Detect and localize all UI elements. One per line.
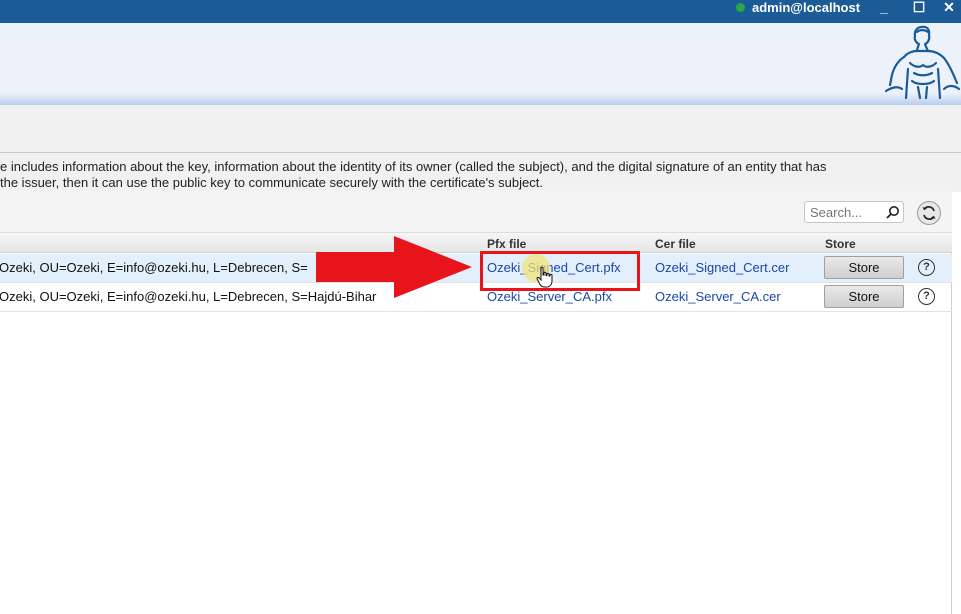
panel-toolbar [0,191,952,233]
subject-cell: Ozeki, OU=Ozeki, E=info@ozeki.hu, L=Debr… [0,260,308,275]
red-arrow-annotation-icon [316,236,472,298]
search-input[interactable] [805,202,881,222]
app-header [0,23,961,105]
column-header-cer[interactable]: Cer file [655,237,696,251]
cer-file-link[interactable]: Ozeki_Signed_Cert.cer [655,260,789,275]
table-row[interactable]: Ozeki, OU=Ozeki, E=info@ozeki.hu, L=Debr… [0,283,952,312]
table-row[interactable]: Ozeki, OU=Ozeki, E=info@ozeki.hu, L=Debr… [0,254,952,283]
column-header-pfx[interactable]: Pfx file [487,237,526,251]
search-icon[interactable] [886,205,900,219]
search-box[interactable] [804,201,904,223]
refresh-button[interactable] [917,201,941,225]
ozeki-statue-logo-icon [884,25,961,99]
minimize-button[interactable]: _ [876,0,892,16]
header-gradient [0,93,961,105]
certificate-panel: Pfx file Cer file Store Ozeki, OU=Ozeki,… [0,191,952,614]
maximize-button[interactable]: ☐ [911,0,927,16]
toolbar-area [0,105,961,152]
store-button[interactable]: Store [824,285,904,308]
pfx-file-link[interactable]: Ozeki_Server_CA.pfx [487,289,612,304]
online-status-icon [736,3,745,12]
description-line-1: e includes information about the key, in… [0,159,827,174]
close-button[interactable]: ✕ [941,0,957,16]
store-button[interactable]: Store [824,256,904,279]
help-icon[interactable]: ? [918,259,935,276]
help-icon[interactable]: ? [918,288,935,305]
certificate-description: e includes information about the key, in… [0,152,961,192]
description-line-2: the issuer, then it can use the public k… [0,175,543,190]
title-bar: admin@localhost _ ☐ ✕ [0,0,961,23]
table-header: Pfx file Cer file Store [0,233,952,253]
column-header-store[interactable]: Store [825,237,856,251]
highlight-box-annotation [480,251,640,291]
cer-file-link[interactable]: Ozeki_Server_CA.cer [655,289,781,304]
user-name: admin@localhost [752,0,861,15]
hand-cursor-icon [536,266,553,288]
refresh-icon [922,206,936,220]
user-indicator: admin@localhost [736,0,860,15]
